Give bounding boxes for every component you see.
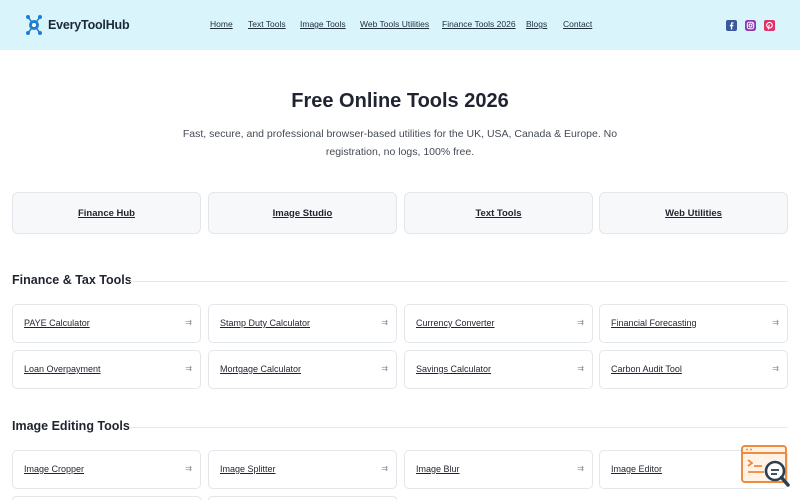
tool-card-image-splitter[interactable]: Image Splitter ⇉	[208, 450, 397, 489]
tool-label: PAYE Calculator	[24, 318, 90, 328]
tool-label: Image Editor	[611, 464, 663, 474]
tool-label: Savings Calculator	[416, 364, 492, 374]
pinterest-icon[interactable]	[764, 20, 775, 31]
section-title-finance: Finance & Tax Tools	[12, 273, 132, 287]
tool-label: Carbon Audit Tool	[611, 364, 682, 374]
hub-card-web-utilities[interactable]: Web Utilities	[599, 192, 788, 234]
arrow-right-icon: ⇉	[185, 364, 192, 373]
nav-contact[interactable]: Contact	[563, 19, 592, 29]
main-nav: Home Text Tools Image Tools Web Tools Ut…	[0, 19, 800, 31]
tool-label: Mortgage Calculator	[220, 364, 302, 374]
section-divider	[130, 281, 788, 282]
arrow-right-icon: ⇉	[381, 464, 388, 473]
tool-card-loan-overpayment[interactable]: Loan Overpayment ⇉	[12, 350, 201, 389]
facebook-icon[interactable]	[726, 20, 737, 31]
tool-label: Financial Forecasting	[611, 318, 697, 328]
arrow-right-icon: ⇉	[381, 318, 388, 327]
tool-card-financial-forecasting[interactable]: Financial Forecasting ⇉	[599, 304, 788, 343]
arrow-right-icon: ⇉	[577, 464, 584, 473]
instagram-icon[interactable]	[745, 20, 756, 31]
tool-label: Loan Overpayment	[24, 364, 101, 374]
hub-card-label: Finance Hub	[77, 207, 135, 219]
nav-text-tools[interactable]: Text Tools	[248, 19, 286, 29]
arrow-right-icon: ⇉	[185, 464, 192, 473]
nav-home[interactable]: Home	[210, 19, 233, 29]
page-subtitle: Fast, secure, and professional browser-b…	[182, 128, 618, 158]
arrow-right-icon: ⇉	[381, 364, 388, 373]
hub-card-image-studio[interactable]: Image Studio	[208, 192, 397, 234]
nav-image-tools[interactable]: Image Tools	[300, 19, 346, 29]
arrow-right-icon: ⇉	[577, 364, 584, 373]
tool-card-carbon-audit-tool[interactable]: Carbon Audit Tool ⇉	[599, 350, 788, 389]
nav-blogs[interactable]: Blogs	[526, 19, 547, 29]
tool-card-stamp-duty-calculator[interactable]: Stamp Duty Calculator ⇉	[208, 304, 397, 343]
tool-card-partial[interactable]	[208, 496, 397, 500]
tool-label: Image Splitter	[220, 464, 276, 474]
hub-card-label: Text Tools	[475, 207, 522, 219]
tool-card-image-blur[interactable]: Image Blur ⇉	[404, 450, 593, 489]
hub-card-text-tools[interactable]: Text Tools	[404, 192, 593, 234]
tool-card-partial[interactable]	[12, 496, 201, 500]
tool-label: Image Cropper	[24, 464, 85, 474]
tool-card-paye-calculator[interactable]: PAYE Calculator ⇉	[12, 304, 201, 343]
nav-web-tools-utilities[interactable]: Web Tools Utilities	[360, 19, 429, 29]
tool-card-savings-calculator[interactable]: Savings Calculator ⇉	[404, 350, 593, 389]
section-divider	[130, 427, 788, 428]
arrow-right-icon: ⇉	[577, 318, 584, 327]
site-header: EveryToolHub Home Text Tools Image Tools…	[0, 0, 800, 50]
tool-label: Currency Converter	[416, 318, 495, 328]
arrow-right-icon: ⇉	[185, 318, 192, 327]
page-title: Free Online Tools 2026	[291, 90, 509, 112]
tool-card-image-cropper[interactable]: Image Cropper ⇉	[12, 450, 201, 489]
tool-label: Stamp Duty Calculator	[220, 318, 311, 328]
arrow-right-icon: ⇉	[772, 318, 779, 327]
section-title-image: Image Editing Tools	[12, 419, 130, 433]
tool-label: Image Blur	[416, 464, 460, 474]
hub-card-label: Web Utilities	[665, 207, 722, 219]
nav-finance-tools[interactable]: Finance Tools 2026	[442, 19, 516, 29]
arrow-right-icon: ⇉	[772, 364, 779, 373]
hub-card-label: Image Studio	[272, 207, 333, 219]
tool-card-mortgage-calculator[interactable]: Mortgage Calculator ⇉	[208, 350, 397, 389]
hub-card-finance[interactable]: Finance Hub	[12, 192, 201, 234]
floating-search-icon[interactable]	[740, 444, 790, 490]
tool-card-currency-converter[interactable]: Currency Converter ⇉	[404, 304, 593, 343]
